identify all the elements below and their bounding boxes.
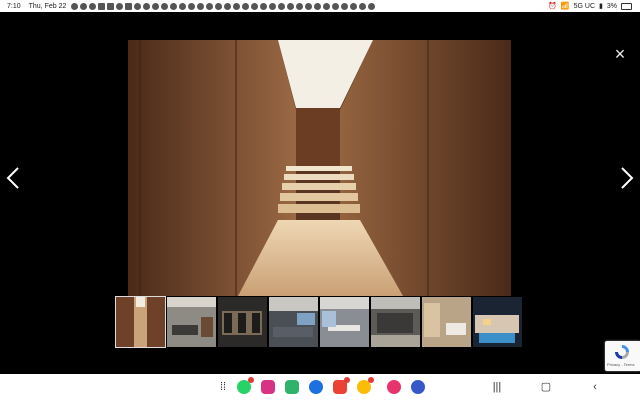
thumbnail-4[interactable] (269, 297, 318, 347)
chevron-left-icon (6, 167, 19, 189)
check-notif-icon (242, 2, 250, 10)
check-notif-icon (359, 2, 367, 10)
stairwell-photo (128, 40, 511, 296)
check-notif-icon (206, 2, 214, 10)
check-notif-icon (350, 2, 358, 10)
check-notif-icon (314, 2, 322, 10)
recaptcha-badge[interactable]: Privacy - Terms (605, 341, 640, 371)
check-notif-icon (233, 2, 241, 10)
thumbnail-7[interactable] (422, 297, 471, 347)
back-icon[interactable]: ‹ (588, 380, 602, 394)
close-button[interactable]: × (611, 45, 629, 63)
check-notif-icon (368, 2, 376, 10)
chevron-right-icon (621, 167, 634, 189)
camera-notif-icon (116, 2, 124, 10)
check-notif-icon (170, 2, 178, 10)
notification-icons (71, 2, 376, 10)
thumbnail-6[interactable] (371, 297, 420, 347)
check-notif-icon (224, 2, 232, 10)
flower-app-icon[interactable] (387, 380, 401, 394)
signal-icon: ▮ (599, 3, 603, 10)
check-notif-icon (278, 2, 286, 10)
thumbnail-3[interactable] (218, 297, 267, 347)
check-notif-icon (269, 2, 277, 10)
notification-badge (368, 377, 374, 383)
thumbnail-8[interactable] (473, 297, 522, 347)
messenger-notif-icon (80, 2, 88, 10)
check-notif-icon (287, 2, 295, 10)
gmail-notif-icon (107, 2, 115, 10)
thumbnail-2[interactable] (167, 297, 216, 347)
battery-icon (621, 2, 632, 10)
alarm-icon: ⏰ (548, 3, 557, 10)
recaptcha-icon (615, 345, 629, 359)
check-notif-icon (332, 2, 340, 10)
youtube-notif-icon (125, 2, 133, 10)
mail-notif-icon (98, 2, 106, 10)
check-notif-icon (152, 2, 160, 10)
check-notif-icon (215, 2, 223, 10)
status-bar: 7:10 Thu, Feb 22 ⏰ 📶 5G UC ▮ 3% (0, 0, 640, 12)
phone-icon[interactable] (261, 380, 275, 394)
previous-image-button[interactable] (4, 166, 22, 190)
check-notif-icon (341, 2, 349, 10)
pinterest-notif-icon (134, 2, 142, 10)
check-notif-icon (179, 2, 187, 10)
whatsapp-icon[interactable] (237, 377, 254, 394)
check-notif-icon (251, 2, 259, 10)
status-right: ⏰ 📶 5G UC ▮ 3% (548, 0, 632, 12)
notification-badge (344, 377, 350, 383)
chat-notif-icon (89, 2, 97, 10)
green-app-icon[interactable] (285, 380, 299, 394)
home-icon[interactable]: ▢ (539, 380, 553, 394)
apps-grid-icon[interactable]: ⁞⁞ (216, 380, 230, 394)
thumbnail-5[interactable] (320, 297, 369, 347)
check-notif-icon (161, 2, 169, 10)
recaptcha-terms[interactable]: Privacy - Terms (607, 362, 634, 367)
chrome-icon[interactable] (357, 377, 374, 394)
check-notif-icon (188, 2, 196, 10)
check-notif-icon (296, 2, 304, 10)
status-time: 7:10 (7, 2, 21, 10)
gmail-icon[interactable] (333, 377, 350, 394)
settings-icon[interactable] (411, 380, 425, 394)
thumbnail-1[interactable] (115, 296, 166, 348)
check-notif-icon (323, 2, 331, 10)
wifi-icon: 📶 (560, 3, 570, 10)
thumbnail-strip (115, 296, 522, 348)
check-notif-icon (143, 2, 151, 10)
whatsapp-notif-icon (71, 2, 79, 10)
network-label: 5G UC (573, 2, 596, 10)
check-notif-icon (305, 2, 313, 10)
next-image-button[interactable] (618, 166, 636, 190)
check-notif-icon (260, 2, 268, 10)
close-icon: × (614, 44, 626, 64)
status-date: Thu, Feb 22 (28, 2, 67, 10)
recents-icon[interactable]: ||| (490, 380, 504, 394)
gallery-main-image[interactable] (128, 40, 511, 296)
messages-icon[interactable] (309, 380, 323, 394)
notification-badge (248, 377, 254, 383)
check-notif-icon (197, 2, 205, 10)
battery-label: 3% (606, 2, 617, 10)
